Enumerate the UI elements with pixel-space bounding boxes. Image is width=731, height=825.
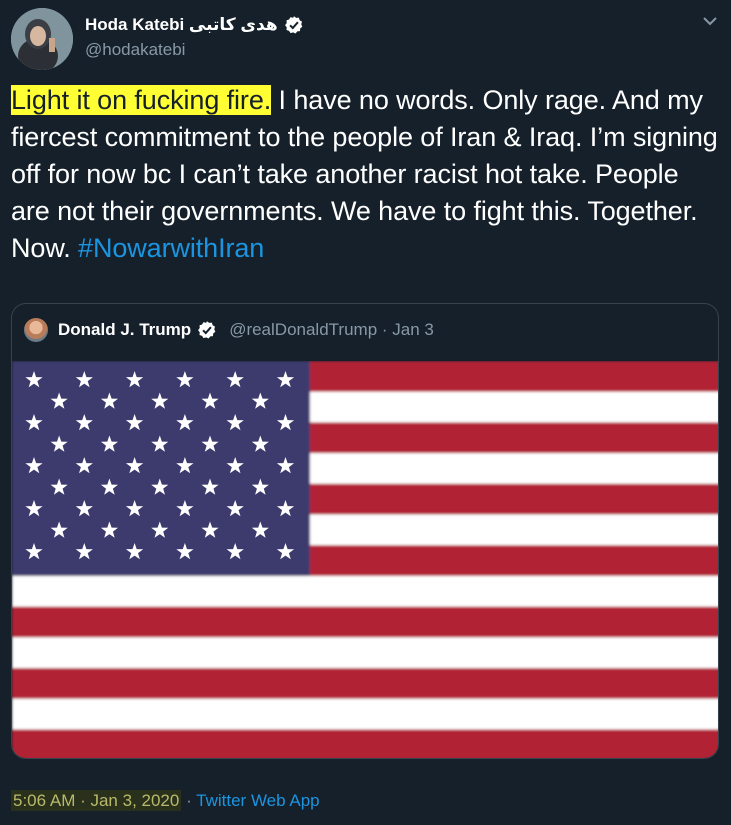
tweet-source[interactable]: Twitter Web App xyxy=(196,791,319,810)
verified-badge-icon xyxy=(198,321,216,339)
author-info: Hoda Katebi هدی کاتبی @hodakatebi xyxy=(85,14,304,60)
tweet-text: Light it on fucking fire. I have no word… xyxy=(11,82,723,267)
author-name-row: Hoda Katebi هدی کاتبی xyxy=(85,14,304,36)
quoted-author-name: Donald J. Trump xyxy=(58,320,192,339)
verified-badge-icon xyxy=(284,16,302,34)
quoted-tweet-header: Donald J. Trump @realDonaldTrump · Jan 3 xyxy=(24,318,434,342)
highlighted-text: Light it on fucking fire. xyxy=(11,85,272,115)
hashtag-link[interactable]: #NowarwithIran xyxy=(78,233,264,263)
quoted-author-handle: @realDonaldTrump · Jan 3 xyxy=(229,320,434,339)
author-display-name[interactable]: Hoda Katebi هدی کاتبی xyxy=(85,15,278,35)
meta-separator: · xyxy=(181,791,197,810)
quoted-author-avatar xyxy=(24,318,48,342)
tweet-timestamp[interactable]: 5:06 AM · Jan 3, 2020 xyxy=(11,790,182,811)
us-flag-image[interactable] xyxy=(12,361,719,759)
quoted-tweet[interactable]: Donald J. Trump @realDonaldTrump · Jan 3 xyxy=(11,303,719,759)
author-handle[interactable]: @hodakatebi xyxy=(85,40,304,60)
chevron-down-icon[interactable] xyxy=(701,12,719,30)
author-avatar[interactable] xyxy=(11,8,73,70)
tweet-meta: 5:06 AM · Jan 3, 2020 · Twitter Web App xyxy=(11,790,320,811)
